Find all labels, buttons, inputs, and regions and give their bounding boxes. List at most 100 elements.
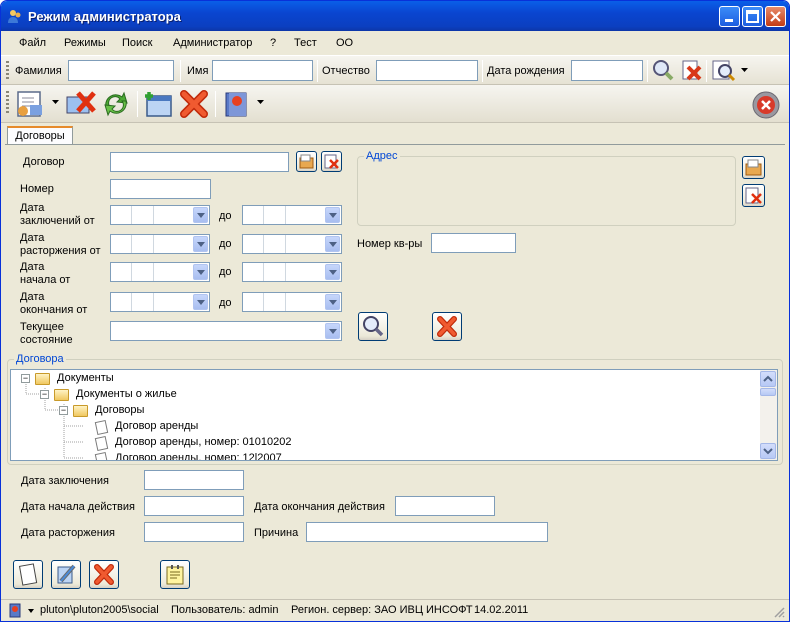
reset-button[interactable] (432, 312, 462, 341)
chevron-down-icon[interactable] (193, 207, 208, 223)
tree-item[interactable]: Договоры (95, 404, 144, 416)
book-icon[interactable] (221, 89, 253, 119)
delete-records-icon[interactable] (64, 89, 98, 119)
conclusion-from-picker[interactable] (110, 205, 210, 225)
number-input[interactable] (110, 179, 211, 199)
collapse-icon[interactable]: − (40, 390, 49, 399)
number-label: Номер (20, 183, 54, 195)
resize-grip-icon[interactable] (773, 606, 785, 618)
delete-contract-button[interactable] (89, 560, 119, 589)
notes-button[interactable] (160, 560, 190, 589)
chevron-down-icon[interactable] (325, 294, 340, 310)
clear-contract-button[interactable] (321, 151, 342, 172)
menu-admin[interactable]: Администратор (173, 37, 252, 49)
birthdate-input[interactable] (571, 60, 643, 81)
scroll-up-button[interactable] (760, 371, 776, 387)
state-label: Текущее (20, 321, 64, 333)
birthdate-label: Дата рождения (487, 65, 565, 77)
toolbar-separator (482, 60, 483, 82)
tree-item[interactable]: Документы (57, 372, 114, 384)
book-icon[interactable] (8, 603, 22, 618)
to-label: до (219, 297, 232, 309)
advanced-search-icon[interactable] (711, 58, 737, 82)
conclusion-date-detail-input[interactable] (144, 470, 244, 490)
tree-item[interactable]: Договор аренды (115, 420, 198, 432)
clear-search-icon[interactable] (679, 58, 703, 82)
search-button[interactable] (358, 312, 388, 341)
chevron-down-icon[interactable] (28, 609, 35, 614)
menu-search[interactable]: Поиск (122, 37, 152, 49)
end-from-picker[interactable] (110, 292, 210, 312)
menu-modes[interactable]: Режимы (64, 37, 106, 49)
end-date-detail-label: Дата окончания действия (254, 501, 385, 513)
menu-file[interactable]: Файл (19, 37, 46, 49)
status-path: pluton\pluton2005\social (40, 604, 159, 616)
chevron-down-icon[interactable] (741, 68, 749, 74)
edit-contract-button[interactable] (51, 560, 81, 589)
collapse-icon[interactable]: − (21, 374, 30, 383)
title-bar[interactable]: Режим администратора (1, 1, 789, 31)
chevron-down-icon[interactable] (325, 207, 340, 223)
open-icon (299, 154, 314, 169)
document-icon (94, 435, 109, 452)
chevron-down-icon[interactable] (325, 264, 340, 280)
menu-oo[interactable]: ОО (336, 37, 353, 49)
start-from-picker[interactable] (110, 262, 210, 282)
termination-date-label: Дата (20, 232, 45, 244)
state-select[interactable] (110, 321, 342, 341)
contracts-tree[interactable]: − Документы − Документы о жилье − Догово… (10, 369, 778, 461)
tree-item[interactable]: Договор аренды, номер: 12l2007 (115, 452, 282, 460)
new-contract-button[interactable] (13, 560, 43, 589)
chevron-down-icon[interactable] (193, 236, 208, 252)
toolbar-grip[interactable] (6, 61, 9, 81)
pick-contract-button[interactable] (296, 151, 317, 172)
tab-contracts[interactable]: Договоры (7, 126, 73, 145)
scroll-thumb[interactable] (760, 388, 776, 396)
reason-input[interactable] (306, 522, 548, 542)
start-to-picker[interactable] (242, 262, 342, 282)
chevron-down-icon[interactable] (325, 323, 340, 339)
menu-bar: Файл Режимы Поиск Администратор ? Тест О… (1, 32, 789, 54)
chevron-down-icon[interactable] (257, 100, 265, 106)
collapse-icon[interactable]: − (59, 406, 68, 415)
start-date-detail-input[interactable] (144, 496, 244, 516)
end-to-picker[interactable] (242, 292, 342, 312)
apartment-input[interactable] (431, 233, 516, 253)
surname-input[interactable] (68, 60, 174, 81)
new-document-icon[interactable] (14, 89, 48, 119)
chevron-down-icon[interactable] (325, 236, 340, 252)
folder-icon (73, 405, 88, 417)
termination-date-detail-input[interactable] (144, 522, 244, 542)
conclusion-date-label-2: заключений от (20, 215, 95, 227)
chevron-down-icon[interactable] (52, 100, 60, 106)
menu-test[interactable]: Тест (294, 37, 317, 49)
add-form-icon[interactable] (142, 89, 176, 119)
start-date-label-2: начала от (20, 274, 71, 286)
tree-item[interactable]: Документы о жилье (76, 388, 177, 400)
refresh-icon[interactable] (100, 89, 132, 119)
toolbar-grip[interactable] (6, 91, 9, 115)
delete-icon[interactable] (178, 89, 210, 119)
clear-address-button[interactable] (742, 184, 765, 207)
name-input[interactable] (212, 60, 313, 81)
chevron-down-icon[interactable] (193, 294, 208, 310)
conclusion-to-picker[interactable] (242, 205, 342, 225)
toolbar-separator (180, 60, 181, 82)
exit-icon[interactable] (751, 90, 781, 120)
search-icon[interactable] (651, 58, 675, 82)
minimize-button[interactable] (719, 6, 740, 27)
menu-help[interactable]: ? (270, 37, 276, 49)
contract-input[interactable] (110, 152, 289, 172)
end-date-detail-input[interactable] (395, 496, 495, 516)
name-label: Имя (187, 65, 209, 77)
patronymic-input[interactable] (376, 60, 478, 81)
tree-scrollbar[interactable] (760, 370, 777, 460)
close-button[interactable] (765, 6, 786, 27)
pick-address-button[interactable] (742, 156, 765, 179)
maximize-button[interactable] (742, 6, 763, 27)
termination-from-picker[interactable] (110, 234, 210, 254)
termination-to-picker[interactable] (242, 234, 342, 254)
tree-item[interactable]: Договор аренды, номер: 01010202 (115, 436, 292, 448)
chevron-down-icon[interactable] (193, 264, 208, 280)
scroll-down-button[interactable] (760, 443, 776, 459)
